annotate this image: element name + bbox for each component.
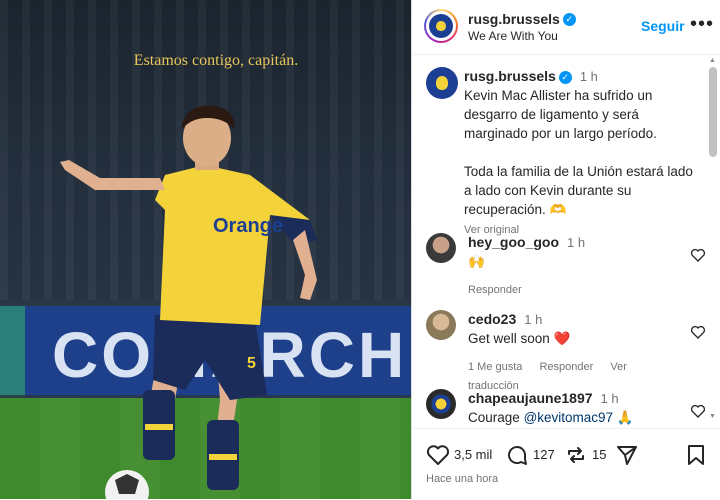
comment-avatar[interactable] <box>426 310 456 340</box>
save-bookmark-icon[interactable] <box>685 443 707 467</box>
comment-bubble-icon[interactable] <box>505 443 529 467</box>
club-crest-icon <box>429 14 453 38</box>
scroll-up-arrow-icon[interactable]: ▲ <box>709 57 716 64</box>
comment-avatar[interactable] <box>426 233 456 263</box>
ad-banner-left <box>0 306 26 398</box>
mention-link[interactable]: @kevitomac97 <box>524 410 614 425</box>
caption-paragraph-2: Toda la familia de la Unión estará lado … <box>464 164 693 217</box>
caption-time: 1 h <box>579 69 598 84</box>
comment-text-suffix: 🙏 <box>616 410 634 425</box>
header-subtitle[interactable]: We Are With You <box>468 29 558 43</box>
comment-text: 🙌 <box>468 254 485 269</box>
comment-time: 1 h <box>524 312 543 327</box>
scroll-down-arrow-icon[interactable]: ▼ <box>709 413 716 420</box>
jersey-sponsor: Orange <box>213 215 283 237</box>
comment-username[interactable]: chapeaujaune1897 <box>468 390 593 406</box>
likes-count[interactable]: 3,5 mil <box>454 447 492 462</box>
repost-icon[interactable] <box>564 443 588 467</box>
shorts-number: 5 <box>247 355 256 372</box>
comment-username[interactable]: hey_goo_goo <box>468 234 559 250</box>
header-username[interactable]: rusg.brussels <box>468 11 560 27</box>
reply-button[interactable]: Responder <box>539 361 593 373</box>
comment-time: 1 h <box>600 391 619 406</box>
post-photo[interactable]: COMARCH Estamos contigo, capitán. 5 Oran… <box>0 0 411 499</box>
share-send-icon[interactable] <box>615 443 639 467</box>
profile-avatar[interactable] <box>424 9 458 43</box>
comment-avatar[interactable] <box>426 389 456 419</box>
post-header: rusg.brussels ✓ We Are With You Seguir ••… <box>412 0 720 55</box>
caption-avatar[interactable] <box>426 67 458 99</box>
verified-badge-icon: ✓ <box>562 13 576 27</box>
player-figure: 5 Orange <box>60 105 317 499</box>
caption-paragraph-1: Kevin Mac Allister ha sufrido un desgarr… <box>464 88 657 141</box>
comments-count[interactable]: 127 <box>533 447 555 462</box>
scrollbar[interactable]: ▲ ▼ <box>709 57 717 420</box>
comment-likes-count[interactable]: 1 Me gusta <box>468 361 522 373</box>
comment-text-prefix: Courage <box>468 410 520 425</box>
reposts-count[interactable]: 15 <box>592 447 606 462</box>
verified-badge-icon: ✓ <box>558 70 572 84</box>
post-actions-bar: 3,5 mil 127 15 Hace una hora <box>412 428 720 500</box>
like-comment-heart-icon[interactable] <box>690 247 706 263</box>
comment-username[interactable]: cedo23 <box>468 311 516 327</box>
comments-scroll-area[interactable]: rusg.brussels ✓ 1 h Kevin Mac Allister ha … <box>412 55 720 427</box>
comment-time: 1 h <box>567 235 586 250</box>
more-horizontal-icon[interactable]: ••• <box>690 13 714 36</box>
comment-text: Get well soon ❤️ <box>468 331 571 346</box>
like-heart-icon[interactable] <box>426 443 450 467</box>
post-caption: rusg.brussels ✓ 1 h Kevin Mac Allister ha … <box>464 67 704 240</box>
caption-username[interactable]: rusg.brussels <box>464 68 556 84</box>
posted-time: Hace una hora <box>426 473 499 485</box>
reply-button[interactable]: Responder <box>468 284 522 296</box>
follow-button[interactable]: Seguir <box>641 18 685 34</box>
photo-caption: Estamos contigo, capitán. <box>133 52 299 69</box>
like-comment-heart-icon[interactable] <box>690 324 706 340</box>
like-comment-heart-icon[interactable] <box>690 403 706 419</box>
comment-text: Courage @kevitomac97 🙏 <box>468 408 688 427</box>
scrollbar-thumb[interactable] <box>709 67 717 157</box>
post-sidebar: rusg.brussels ✓ We Are With You Seguir ••… <box>411 0 720 499</box>
